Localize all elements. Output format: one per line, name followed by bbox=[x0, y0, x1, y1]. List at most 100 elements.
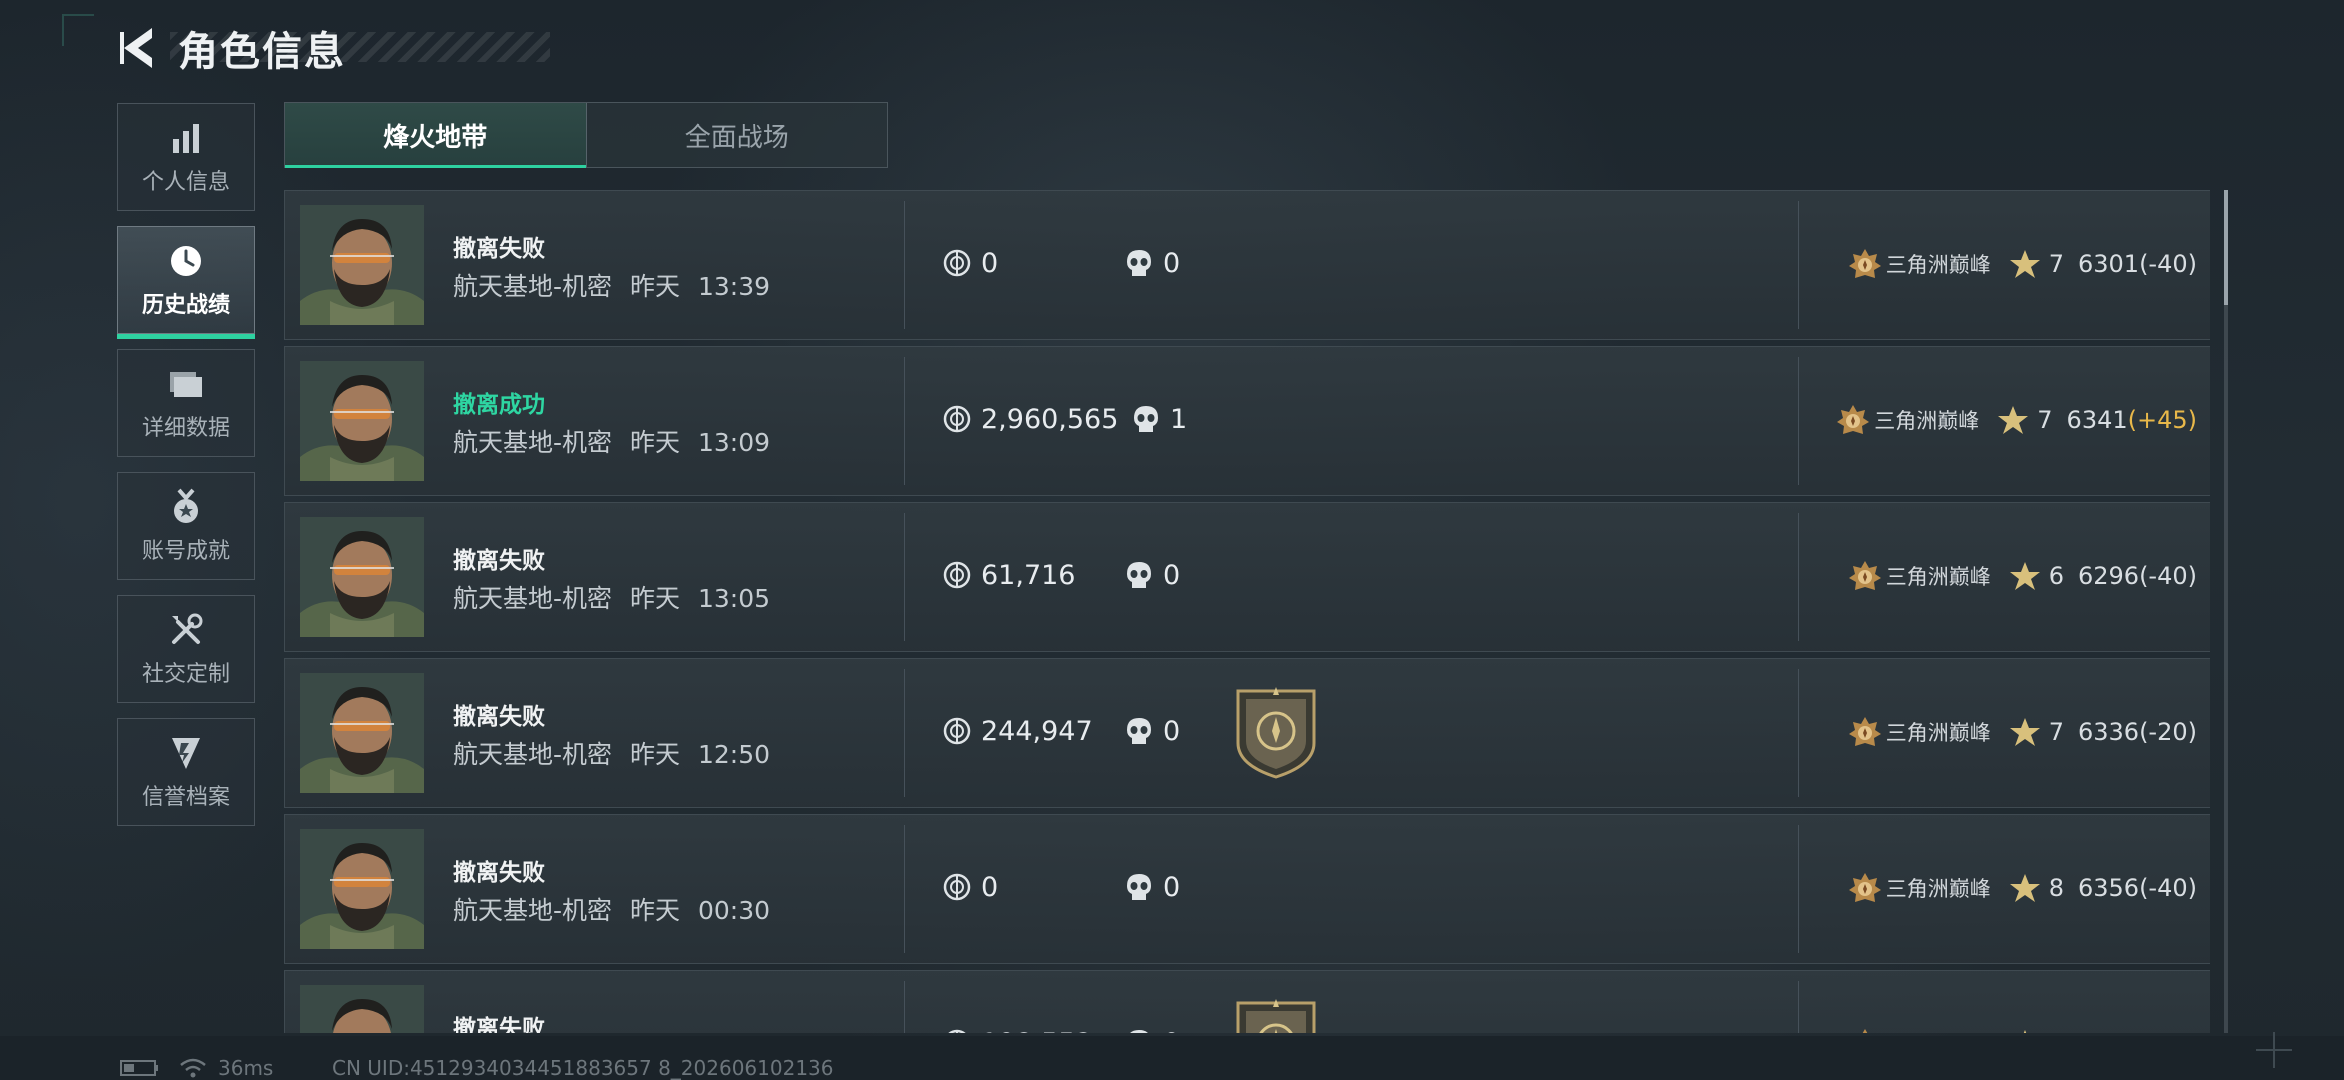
star-count: 7 bbox=[2048, 250, 2064, 278]
battery-icon bbox=[120, 1060, 158, 1076]
match-time: 13:39 bbox=[697, 272, 770, 301]
kill-count: 1 bbox=[1130, 403, 1187, 435]
rank-info: 三角洲巅峰 6 6296 (-40) bbox=[1848, 559, 2197, 593]
column-divider bbox=[904, 201, 905, 329]
kill-count: 0 bbox=[1123, 247, 1180, 279]
sidebar-item-history[interactable]: 历史战绩 bbox=[117, 226, 255, 339]
extraction-result: 撤离失败 bbox=[453, 860, 545, 886]
rank-name: 三角洲巅峰 bbox=[1885, 565, 1991, 589]
match-day: 昨天 bbox=[629, 896, 680, 925]
loot-value-text: 198,552 bbox=[981, 1028, 1093, 1034]
achievement-badge-icon[interactable] bbox=[1230, 999, 1322, 1033]
score-delta: (+45) bbox=[2127, 406, 2197, 434]
operator-avatar bbox=[300, 205, 424, 325]
star-count: 8 bbox=[2048, 874, 2064, 902]
star-icon bbox=[2009, 1029, 2041, 1033]
kill-count-text: 1 bbox=[1170, 403, 1188, 435]
tools-icon bbox=[166, 610, 206, 650]
loot-value: 0 bbox=[941, 247, 998, 279]
sidebar-item-label: 账号成就 bbox=[141, 539, 230, 564]
coin-icon bbox=[941, 403, 973, 435]
match-day: 昨天 bbox=[629, 272, 680, 301]
rank-score: 6301 bbox=[2077, 250, 2140, 278]
map-name: 航天基地-机密 bbox=[453, 272, 613, 301]
coin-icon bbox=[941, 715, 973, 747]
match-record-row[interactable]: 撤离失败 航天基地-机密 昨天 198,552 0 三角洲巅峰 8 6396 (… bbox=[284, 970, 2210, 1033]
rank-name: 三角洲巅峰 bbox=[1874, 409, 1980, 433]
kill-count: 0 bbox=[1123, 1027, 1180, 1033]
rank-info: 三角洲巅峰 7 6341 (+45) bbox=[1836, 403, 2197, 437]
kill-count-text: 0 bbox=[1163, 247, 1181, 279]
match-record-row[interactable]: 撤离失败 航天基地-机密 昨天 13:39 0 0 三角洲巅峰 7 6301 (… bbox=[284, 190, 2210, 340]
match-time: 13:05 bbox=[697, 584, 770, 613]
rank-score: 6341 bbox=[2066, 406, 2128, 434]
column-divider bbox=[1798, 981, 1799, 1033]
folder-icon bbox=[166, 364, 206, 404]
sidebar-item-achievements[interactable]: 账号成就 bbox=[117, 472, 255, 580]
back-button[interactable] bbox=[118, 22, 158, 74]
tab-warzone[interactable]: 烽火地带 bbox=[285, 103, 586, 168]
match-record-row[interactable]: 撤离失败 航天基地-机密 昨天 12:50 244,947 0 三角洲巅峰 7 … bbox=[284, 658, 2210, 808]
kill-count-text: 0 bbox=[1163, 1028, 1180, 1034]
coin-icon bbox=[941, 247, 973, 279]
rank-name: 三角洲巅峰 bbox=[1885, 721, 1991, 745]
column-divider bbox=[904, 513, 905, 641]
coin-icon bbox=[941, 1027, 973, 1033]
match-record-row[interactable]: 撤离成功 航天基地-机密 昨天 13:09 2,960,565 1 三角洲巅峰 … bbox=[284, 346, 2210, 496]
match-history-list[interactable]: 撤离失败 航天基地-机密 昨天 13:39 0 0 三角洲巅峰 7 6301 (… bbox=[284, 190, 2210, 1033]
crosshair-corner-icon bbox=[2256, 1032, 2292, 1068]
loot-value-text: 244,947 bbox=[981, 715, 1093, 747]
sidebar-item-personal-info[interactable]: 个人信息 bbox=[117, 103, 255, 211]
column-divider bbox=[904, 357, 905, 485]
rank-info: 三角洲巅峰 7 6336 (-20) bbox=[1848, 715, 2197, 749]
loot-value: 198,552 bbox=[941, 1027, 1093, 1033]
sidebar-item-reputation[interactable]: 信誉档案 bbox=[117, 718, 255, 826]
scrollbar-thumb[interactable] bbox=[2224, 190, 2228, 305]
match-info: 航天基地-机密 昨天 00:30 bbox=[453, 891, 770, 927]
rank-info: 三角洲巅峰 8 6356 (-40) bbox=[1848, 871, 2197, 905]
skull-icon bbox=[1123, 1027, 1155, 1033]
rank-score: 6356 bbox=[2077, 874, 2140, 902]
match-record-row[interactable]: 撤离失败 航天基地-机密 昨天 00:30 0 0 三角洲巅峰 8 6356 (… bbox=[284, 814, 2210, 964]
sidebar-item-label: 历史战绩 bbox=[141, 293, 230, 318]
skull-icon bbox=[1123, 871, 1155, 903]
page-header: 角色信息 bbox=[118, 22, 346, 75]
column-divider bbox=[904, 825, 905, 953]
extraction-result: 撤离失败 bbox=[453, 236, 545, 262]
operator-avatar bbox=[300, 829, 424, 949]
sidebar-item-social-custom[interactable]: 社交定制 bbox=[117, 595, 255, 703]
achievement-badge-icon[interactable] bbox=[1230, 687, 1322, 779]
match-time: 00:30 bbox=[697, 896, 770, 925]
extraction-result: 撤离失败 bbox=[453, 548, 545, 574]
rank-score: 6336 bbox=[2077, 718, 2140, 746]
ping-text: 36ms bbox=[218, 1056, 274, 1080]
tab-battlefield[interactable]: 全面战场 bbox=[585, 103, 888, 167]
coin-icon bbox=[941, 559, 973, 591]
match-day: 昨天 bbox=[629, 740, 680, 769]
match-info: 航天基地-机密 昨天 13:39 bbox=[453, 267, 770, 303]
score-delta: (-40) bbox=[2139, 874, 2197, 902]
rank-emblem-icon bbox=[1848, 715, 1882, 749]
rank-emblem-icon bbox=[1836, 403, 1870, 437]
clock-icon bbox=[166, 241, 206, 281]
skull-icon bbox=[1123, 715, 1155, 747]
map-name: 航天基地-机密 bbox=[453, 428, 613, 457]
map-name: 航天基地-机密 bbox=[453, 740, 613, 769]
sidebar-item-detailed-data[interactable]: 详细数据 bbox=[117, 349, 255, 457]
rank-info: 三角洲巅峰 8 6396 (-40) bbox=[1848, 1027, 2197, 1033]
skull-icon bbox=[1123, 559, 1155, 591]
star-count: 8 bbox=[2049, 1030, 2064, 1033]
scrollbar[interactable] bbox=[2224, 190, 2228, 1033]
column-divider bbox=[1798, 357, 1799, 485]
loot-value-text: 0 bbox=[981, 871, 999, 903]
rank-emblem-icon bbox=[1848, 1027, 1882, 1033]
rank-name: 三角洲巅峰 bbox=[1885, 253, 1991, 277]
sidebar-item-label: 个人信息 bbox=[141, 170, 230, 195]
map-name: 航天基地-机密 bbox=[453, 896, 613, 925]
operator-avatar bbox=[300, 517, 424, 637]
mode-tabs: 烽火地带 全面战场 bbox=[284, 102, 888, 168]
extraction-result: 撤离失败 bbox=[453, 1016, 545, 1033]
coin-icon bbox=[941, 871, 973, 903]
match-record-row[interactable]: 撤离失败 航天基地-机密 昨天 13:05 61,716 0 三角洲巅峰 6 6… bbox=[284, 502, 2210, 652]
skull-icon bbox=[1123, 247, 1155, 279]
